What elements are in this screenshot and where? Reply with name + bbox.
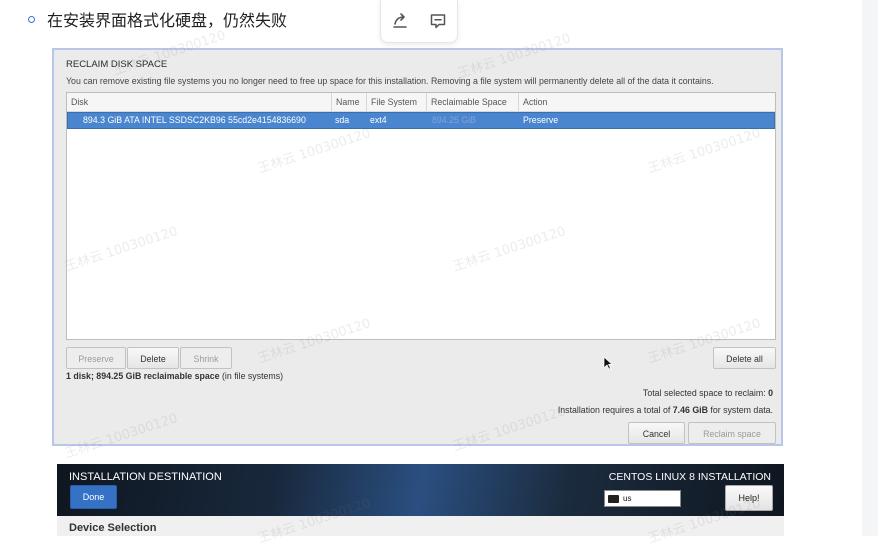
keyboard-layout: us	[623, 494, 632, 503]
install-requirement: Installation requires a total of 7.46 Gi…	[558, 405, 773, 415]
post-bullet-item: 在安装界面格式化硬盘，仍然失败	[28, 6, 287, 32]
done-button[interactable]: Done	[70, 485, 117, 509]
keyboard-icon	[608, 494, 619, 503]
preserve-button[interactable]: Preserve	[66, 347, 126, 369]
total-value: 0	[768, 388, 773, 398]
requires-prefix: Installation requires a total of	[557, 405, 673, 415]
device-selection-heading: Device Selection	[69, 522, 157, 534]
cell-reclaimable: 894.25 GiB	[432, 115, 477, 125]
column-name[interactable]: Name	[332, 93, 367, 111]
column-file-system[interactable]: File System	[367, 93, 427, 111]
comment-icon[interactable]	[427, 10, 449, 32]
cell-action: Preserve	[523, 115, 559, 125]
floating-toolbar	[380, 0, 458, 43]
bullet-dot	[28, 15, 35, 23]
installer-title: INSTALLATION DESTINATION	[69, 471, 222, 483]
disk-table: Disk Name File System Reclaimable Space …	[66, 92, 776, 340]
table-row[interactable]: 894.3 GiB ATA INTEL SSDSC2KB96 55cd2e415…	[67, 112, 775, 129]
product-title: CENTOS LINUX 8 INSTALLATION	[608, 471, 771, 483]
keyboard-layout-indicator[interactable]: us	[604, 490, 681, 507]
share-icon[interactable]	[389, 10, 411, 32]
installation-destination-screen: INSTALLATION DESTINATION Done CENTOS LIN…	[57, 464, 784, 536]
table-header: Disk Name File System Reclaimable Space …	[67, 93, 775, 112]
cell-name: sda	[335, 115, 350, 125]
dialog-description: You can remove existing file systems you…	[66, 76, 714, 86]
reclaim-summary: 1 disk; 894.25 GiB reclaimable space (in…	[66, 371, 283, 381]
mouse-cursor-icon	[603, 356, 613, 370]
right-gutter	[862, 0, 878, 536]
total-selected: Total selected space to reclaim: 0	[643, 388, 773, 398]
help-button[interactable]: Help!	[725, 485, 773, 511]
cell-disk: 894.3 GiB ATA INTEL SSDSC2KB96 55cd2e415…	[83, 115, 306, 125]
cell-file-system: ext4	[370, 115, 387, 125]
installer-header: INSTALLATION DESTINATION Done CENTOS LIN…	[57, 464, 784, 516]
column-reclaimable-space[interactable]: Reclaimable Space	[427, 93, 519, 111]
summary-bold: 1 disk; 894.25 GiB reclaimable space	[66, 371, 220, 381]
delete-all-button[interactable]: Delete all	[713, 347, 776, 369]
requires-value: 7.46 GiB	[672, 405, 708, 415]
post-text: 在安装界面格式化硬盘，仍然失败	[47, 11, 288, 30]
cancel-button[interactable]: Cancel	[628, 422, 685, 444]
column-action[interactable]: Action	[519, 93, 775, 111]
reclaim-disk-space-dialog: RECLAIM DISK SPACE You can remove existi…	[52, 48, 783, 446]
dialog-title: RECLAIM DISK SPACE	[66, 59, 168, 70]
summary-rest: (in file systems)	[219, 371, 284, 381]
requires-suffix: for system data.	[707, 405, 773, 415]
column-disk[interactable]: Disk	[67, 93, 332, 111]
total-label: Total selected space to reclaim:	[642, 388, 769, 398]
shrink-button[interactable]: Shrink	[180, 347, 232, 369]
delete-button[interactable]: Delete	[127, 347, 179, 369]
reclaim-space-button[interactable]: Reclaim space	[688, 422, 776, 444]
